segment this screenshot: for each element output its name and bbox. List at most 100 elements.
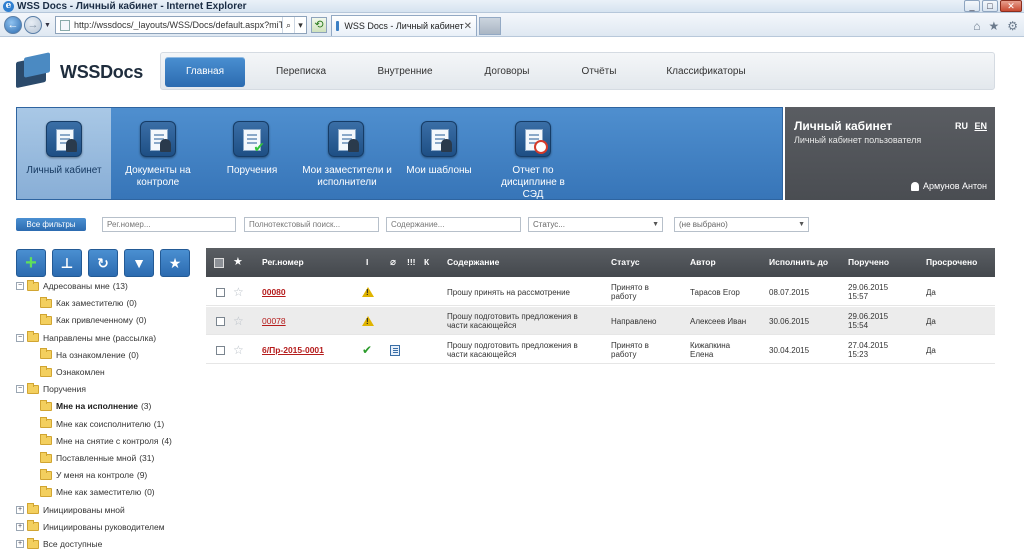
band-item-documents-control[interactable]: Документы на контроле bbox=[111, 108, 205, 199]
tree-item-label: На ознакомление bbox=[56, 349, 126, 360]
collapse-icon[interactable]: − bbox=[16, 282, 24, 290]
maximize-button[interactable]: □ bbox=[982, 0, 998, 12]
browser-tab[interactable]: WSS Docs - Личный кабинет ✕ bbox=[331, 15, 477, 36]
tree-item[interactable]: Мне на исполнение (3) bbox=[40, 399, 151, 413]
menu-item-reports[interactable]: Отчёты bbox=[559, 53, 639, 91]
compat-view-icon[interactable]: ⟲ bbox=[311, 17, 327, 33]
star-icon[interactable]: ☆ bbox=[233, 315, 244, 327]
tree-item[interactable]: + Все доступные bbox=[16, 537, 102, 551]
tree-item[interactable]: + Инициированы руководителем bbox=[16, 520, 165, 534]
reg-number-link[interactable]: 6/Пр-2015-0001 bbox=[262, 345, 324, 355]
menu-item-contracts[interactable]: Договоры bbox=[467, 53, 547, 91]
app-logo[interactable]: WSSDocs bbox=[16, 52, 143, 89]
th-k[interactable]: К bbox=[424, 248, 429, 277]
row-checkbox[interactable] bbox=[216, 345, 225, 355]
tree-item[interactable]: − Поручения bbox=[16, 382, 86, 396]
back-button[interactable]: ← bbox=[4, 16, 22, 34]
content-cell: Прошу принять на рассмотрение bbox=[447, 287, 571, 297]
tree-item-count: (13) bbox=[112, 281, 128, 291]
expand-icon[interactable]: + bbox=[16, 540, 24, 548]
address-bar[interactable]: http://wssdocs/_layouts/WSS/Docs/default… bbox=[55, 16, 307, 34]
tree-item[interactable]: − Направлены мне (рассылка) bbox=[16, 331, 156, 345]
th-status[interactable]: Статус bbox=[611, 248, 640, 277]
content-input[interactable]: Содержание... bbox=[386, 217, 521, 232]
tree-item[interactable]: + Инициированы мной bbox=[16, 503, 125, 517]
forward-button[interactable]: → bbox=[24, 16, 42, 34]
row-checkbox[interactable] bbox=[216, 316, 225, 326]
th-reg-number[interactable]: Рег.номер bbox=[262, 248, 304, 277]
lang-ru-link[interactable]: RU bbox=[955, 121, 968, 131]
tools-gear-icon[interactable]: ⚙ bbox=[1007, 19, 1018, 33]
band-item-deputies[interactable]: Мои заместители и исполнители bbox=[299, 108, 395, 199]
tree-item[interactable]: Ознакомлен bbox=[40, 365, 105, 379]
add-button[interactable]: + bbox=[16, 249, 46, 277]
document-icon[interactable] bbox=[390, 344, 400, 356]
tree-item[interactable]: Как привлеченному (0) bbox=[40, 313, 146, 327]
filter-button[interactable]: ▼ bbox=[124, 249, 154, 277]
menu-item-correspondence[interactable]: Переписка bbox=[261, 53, 341, 91]
menu-item-internal[interactable]: Внутренние bbox=[365, 53, 445, 91]
favorites-button[interactable]: ★ bbox=[160, 249, 190, 277]
new-tab-button[interactable] bbox=[479, 17, 501, 35]
band-item-assignments[interactable]: ✔ Поручения bbox=[205, 108, 299, 199]
minimize-button[interactable]: _ bbox=[964, 0, 980, 12]
due-date-cell: 30.06.2015 bbox=[769, 316, 810, 326]
menu-item-classifiers[interactable]: Классификаторы bbox=[661, 53, 751, 91]
tree-item[interactable]: Мне на снятие с контроля (4) bbox=[40, 434, 172, 448]
tree-item[interactable]: Мне как заместителю (0) bbox=[40, 485, 155, 499]
lang-en-link[interactable]: EN bbox=[974, 121, 987, 131]
th-content[interactable]: Содержание bbox=[447, 248, 499, 277]
star-icon[interactable]: ☆ bbox=[233, 344, 244, 356]
main-menu: Главная Переписка Внутренние Договоры От… bbox=[160, 52, 995, 90]
select-all-icon[interactable] bbox=[214, 258, 224, 268]
th-due-date[interactable]: Исполнить до bbox=[769, 248, 828, 277]
tree-item[interactable]: Как заместителю (0) bbox=[40, 296, 137, 310]
table-row[interactable]: ☆ 6/Пр-2015-0001 ✔ Прошу подготовить предло… bbox=[206, 336, 995, 364]
address-dropdown-icon[interactable]: ▾ bbox=[294, 17, 306, 33]
home-icon[interactable]: ⌂ bbox=[973, 19, 980, 33]
address-url[interactable]: http://wssdocs/_layouts/WSS/Docs/default… bbox=[74, 20, 282, 30]
collapse-icon[interactable]: − bbox=[16, 333, 24, 342]
expand-icon[interactable]: + bbox=[16, 505, 24, 514]
tree-item[interactable]: У меня на контроле (9) bbox=[40, 468, 147, 482]
table-row[interactable]: ☆ 00080 Прошу принять на рассмотрение Приня… bbox=[206, 278, 995, 306]
stamp-button[interactable]: ⊥ bbox=[52, 249, 82, 277]
reg-number-input[interactable]: Рег.номер... bbox=[102, 217, 236, 232]
tree-item[interactable]: Поставленные мной (31) bbox=[40, 451, 154, 465]
folder-icon bbox=[27, 279, 39, 291]
tree-item[interactable]: На ознакомление (0) bbox=[40, 348, 139, 362]
th-author[interactable]: Автор bbox=[690, 248, 716, 277]
band-item-personal-cabinet[interactable]: Личный кабинет bbox=[17, 108, 111, 199]
star-icon[interactable]: ☆ bbox=[233, 286, 244, 298]
close-button[interactable]: ✕ bbox=[1000, 0, 1022, 12]
th-overdue[interactable]: Просрочено bbox=[926, 248, 977, 277]
refresh-button[interactable]: ↻ bbox=[88, 249, 118, 277]
history-dropdown-icon[interactable]: ▼ bbox=[44, 22, 51, 29]
fulltext-search-input[interactable]: Полнотекстовый поиск... bbox=[244, 217, 379, 232]
all-filters-button[interactable]: Все фильтры bbox=[16, 218, 86, 231]
due-date-cell: 30.04.2015 bbox=[769, 345, 810, 355]
status-select[interactable]: Статус... ▼ bbox=[528, 217, 663, 232]
browser-navbar: ← → ▼ http://wssdocs/_layouts/WSS/Docs/d… bbox=[0, 13, 1024, 37]
table-row[interactable]: ☆ 00078 Прошу подготовить предложения в ча… bbox=[206, 307, 995, 335]
tree-item[interactable]: Мне как соисполнителю (1) bbox=[40, 417, 164, 431]
th-i[interactable]: I bbox=[366, 248, 368, 277]
tree-item[interactable]: − Адресованы мне (13) bbox=[16, 279, 128, 293]
tab-close-icon[interactable]: ✕ bbox=[464, 21, 476, 32]
favorites-icon[interactable]: ★ bbox=[988, 19, 999, 33]
reg-number-link[interactable]: 00078 bbox=[262, 316, 286, 326]
row-checkbox[interactable] bbox=[216, 287, 225, 297]
collapse-icon[interactable]: − bbox=[16, 385, 24, 394]
reg-number-link[interactable]: 00080 bbox=[262, 287, 286, 297]
expand-icon[interactable]: + bbox=[16, 522, 24, 531]
band-item-discipline-report[interactable]: Отчет по дисциплине в СЭД bbox=[483, 108, 583, 200]
menu-item-home[interactable]: Главная bbox=[165, 57, 245, 87]
th-priority[interactable]: !!! bbox=[407, 248, 416, 277]
tree-item-count: (4) bbox=[161, 435, 172, 446]
search-icon[interactable]: ⌕ bbox=[282, 17, 294, 33]
band-item-templates[interactable]: Мои шаблоны bbox=[395, 108, 483, 199]
extra-select[interactable]: (не выбрано) ▼ bbox=[674, 217, 809, 232]
th-assigned[interactable]: Поручено bbox=[848, 248, 889, 277]
current-user[interactable]: Армунов Антон bbox=[910, 181, 987, 191]
favorite-column-icon: ★ bbox=[233, 256, 243, 268]
